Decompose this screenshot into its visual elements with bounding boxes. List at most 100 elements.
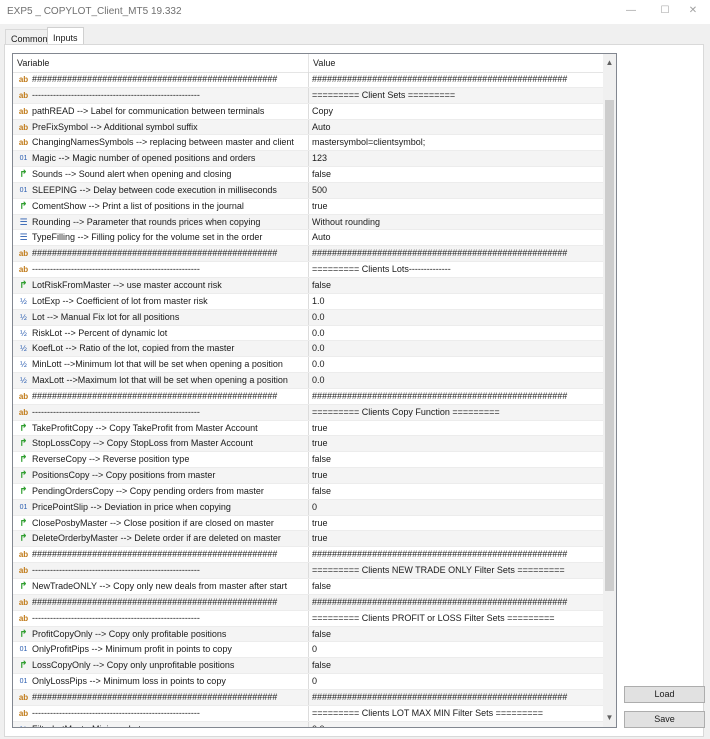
table-row[interactable]: ↱ ProfitCopyOnly --> Copy only profitable… <box>13 626 603 643</box>
table-row[interactable]: ½ Lot --> Manual Fix lot for all position… <box>13 309 603 326</box>
column-header-value[interactable]: Value <box>309 54 603 72</box>
table-row[interactable]: ↱ LossCopyOnly --> Copy only unprofitable… <box>13 658 603 675</box>
close-icon[interactable]: ✕ <box>676 0 710 24</box>
value-cell[interactable]: false <box>309 484 603 499</box>
value-cell[interactable]: true <box>309 421 603 436</box>
variable-cell: ab ######################################… <box>13 388 309 404</box>
table-row[interactable]: ab --------------------------------------… <box>13 404 603 421</box>
value-cell[interactable]: false <box>309 167 603 182</box>
table-row[interactable]: ab --------------------------------------… <box>13 610 603 627</box>
table-row[interactable]: ab ######################################… <box>13 246 603 263</box>
table-row[interactable]: ↱ PositionsCopy --> Copy positions from m… <box>13 468 603 484</box>
value-cell[interactable]: true <box>309 468 603 483</box>
value-cell[interactable]: 0.0 <box>309 326 603 341</box>
value-cell[interactable]: false <box>309 579 603 594</box>
value-cell[interactable]: false <box>309 452 603 467</box>
table-row[interactable]: ☰ Rounding --> Parameter that rounds pric… <box>13 214 603 231</box>
table-row[interactable]: ab ######################################… <box>13 547 603 564</box>
value-cell[interactable]: 0.0 <box>309 722 603 727</box>
value-cell[interactable]: true <box>309 436 603 451</box>
vertical-scrollbar[interactable]: ▲ ▼ <box>603 54 616 727</box>
value-cell[interactable]: 0 <box>309 674 603 689</box>
value-cell[interactable]: ########################################… <box>309 547 603 562</box>
value-cell[interactable]: false <box>309 627 603 642</box>
value-cell[interactable]: ========= Client Sets ========= <box>309 88 603 103</box>
value-cell[interactable]: ########################################… <box>309 595 603 610</box>
variable-name: ########################################… <box>32 549 278 560</box>
table-row[interactable]: ½ MinLott -->Minimum lot that will be set… <box>13 357 603 374</box>
value-cell[interactable]: Without rounding <box>309 215 603 230</box>
bool-type-icon: ↱ <box>19 200 28 212</box>
table-row[interactable]: ½ LotExp --> Coefficient of lot from mast… <box>13 293 603 310</box>
value-cell[interactable]: true <box>309 516 603 531</box>
table-row[interactable]: 01 Magic --> Magic number of opened posit… <box>13 151 603 168</box>
table-row[interactable]: ab pathREAD --> Label for communication b… <box>13 103 603 120</box>
value-cell[interactable]: Copy <box>309 104 603 119</box>
value-cell[interactable]: Auto <box>309 120 603 135</box>
value-cell[interactable]: 0.0 <box>309 310 603 325</box>
table-row[interactable]: ½FilterLotMasterMinimumLot...0.0 <box>13 721 603 727</box>
bool-type-icon: ↱ <box>19 533 28 545</box>
value-cell[interactable]: ========= Clients NEW TRADE ONLY Filter … <box>309 563 603 578</box>
table-row[interactable]: ☰ TypeFilling --> Filling policy for the … <box>13 230 603 247</box>
scrollbar-thumb[interactable] <box>605 100 614 591</box>
value-cell[interactable]: ########################################… <box>309 690 603 705</box>
table-row[interactable]: ½ MaxLott -->Maximum lot that will be set… <box>13 373 603 389</box>
value-cell[interactable]: false <box>309 658 603 673</box>
value-cell[interactable]: Auto <box>309 230 603 245</box>
table-row[interactable]: 01 PricePointSlip --> Deviation in price … <box>13 499 603 516</box>
table-row[interactable]: ↱ PendingOrdersCopy --> Copy pending orde… <box>13 483 603 500</box>
value-cell[interactable]: false <box>309 278 603 293</box>
value-cell[interactable]: ########################################… <box>309 72 603 87</box>
value-cell[interactable]: ########################################… <box>309 389 603 404</box>
table-row[interactable]: ↱ Sounds --> Sound alert when opening and… <box>13 167 603 183</box>
value-cell[interactable]: ########################################… <box>309 246 603 261</box>
variable-cell: 01 SLEEPING --> Delay between code execut… <box>13 182 309 198</box>
value-cell[interactable]: 0 <box>309 642 603 657</box>
value-cell[interactable]: ========= Clients Copy Function ========… <box>309 405 603 420</box>
table-row[interactable]: ab ######################################… <box>13 72 603 88</box>
table-row[interactable]: ↱ DeleteOrderbyMaster --> Delete order if… <box>13 531 603 548</box>
table-row[interactable]: 01 OnlyLossPips --> Minimum loss in point… <box>13 674 603 690</box>
load-button[interactable]: Load <box>624 686 705 703</box>
scroll-up-icon[interactable]: ▲ <box>603 56 616 70</box>
value-cell[interactable]: 0.0 <box>309 341 603 356</box>
value-cell[interactable]: mastersymbol=clientsymbol; <box>309 135 603 150</box>
value-cell[interactable]: 0.0 <box>309 373 603 388</box>
column-header-variable[interactable]: Variable <box>13 54 309 72</box>
table-row[interactable]: ab ######################################… <box>13 689 603 706</box>
table-row[interactable]: ↱ NewTradeONLY --> Copy only new deals fr… <box>13 579 603 595</box>
value-cell[interactable]: 0 <box>309 500 603 515</box>
table-row[interactable]: ab --------------------------------------… <box>13 705 603 722</box>
table-row[interactable]: ab --------------------------------------… <box>13 262 603 278</box>
table-row[interactable]: ↱ ReverseCopy --> Reverse position type fa… <box>13 452 603 469</box>
value-cell[interactable]: 1.0 <box>309 294 603 309</box>
value-cell[interactable]: ========= Clients PROFIT or LOSS Filter … <box>309 611 603 626</box>
table-row[interactable]: ab ######################################… <box>13 388 603 405</box>
table-row[interactable]: ↱ StopLossCopy --> Copy StopLoss from Mas… <box>13 436 603 453</box>
table-row[interactable]: ↱ ClosePosbyMaster --> Close position if … <box>13 515 603 532</box>
table-row[interactable]: ab --------------------------------------… <box>13 87 603 104</box>
table-row[interactable]: ↱ ComentShow --> Print a list of position… <box>13 198 603 215</box>
variable-cell: ½ Lot --> Manual Fix lot for all position… <box>13 309 309 325</box>
scroll-down-icon[interactable]: ▼ <box>603 711 616 725</box>
table-row[interactable]: ↱ TakeProfitCopy --> Copy TakeProfit from… <box>13 420 603 437</box>
save-button[interactable]: Save <box>624 711 705 728</box>
minimize-icon[interactable]: — <box>614 0 648 24</box>
value-cell[interactable]: 123 <box>309 151 603 166</box>
table-row[interactable]: 01 OnlyProfitPips --> Minimum profit in p… <box>13 642 603 659</box>
table-row[interactable]: 01 SLEEPING --> Delay between code execut… <box>13 182 603 199</box>
table-row[interactable]: ½ RiskLot --> Percent of dynamic lot 0.0 <box>13 325 603 342</box>
value-cell[interactable]: ========= Clients Lots-------------- <box>309 262 603 277</box>
value-cell[interactable]: 0.0 <box>309 357 603 372</box>
table-row[interactable]: ab --------------------------------------… <box>13 563 603 579</box>
table-row[interactable]: ab PreFixSymbol --> Additional symbol suf… <box>13 119 603 136</box>
table-row[interactable]: ½ KoefLot --> Ratio of the lot, copied fr… <box>13 341 603 358</box>
table-row[interactable]: ↱ LotRiskFromMaster --> use master accoun… <box>13 277 603 294</box>
table-row[interactable]: ab ChangingNamesSymbols --> replacing bet… <box>13 135 603 152</box>
value-cell[interactable]: ========= Clients LOT MAX MIN Filter Set… <box>309 706 603 721</box>
value-cell[interactable]: true <box>309 531 603 546</box>
value-cell[interactable]: true <box>309 199 603 214</box>
table-row[interactable]: ab ######################################… <box>13 594 603 611</box>
value-cell[interactable]: 500 <box>309 183 603 198</box>
